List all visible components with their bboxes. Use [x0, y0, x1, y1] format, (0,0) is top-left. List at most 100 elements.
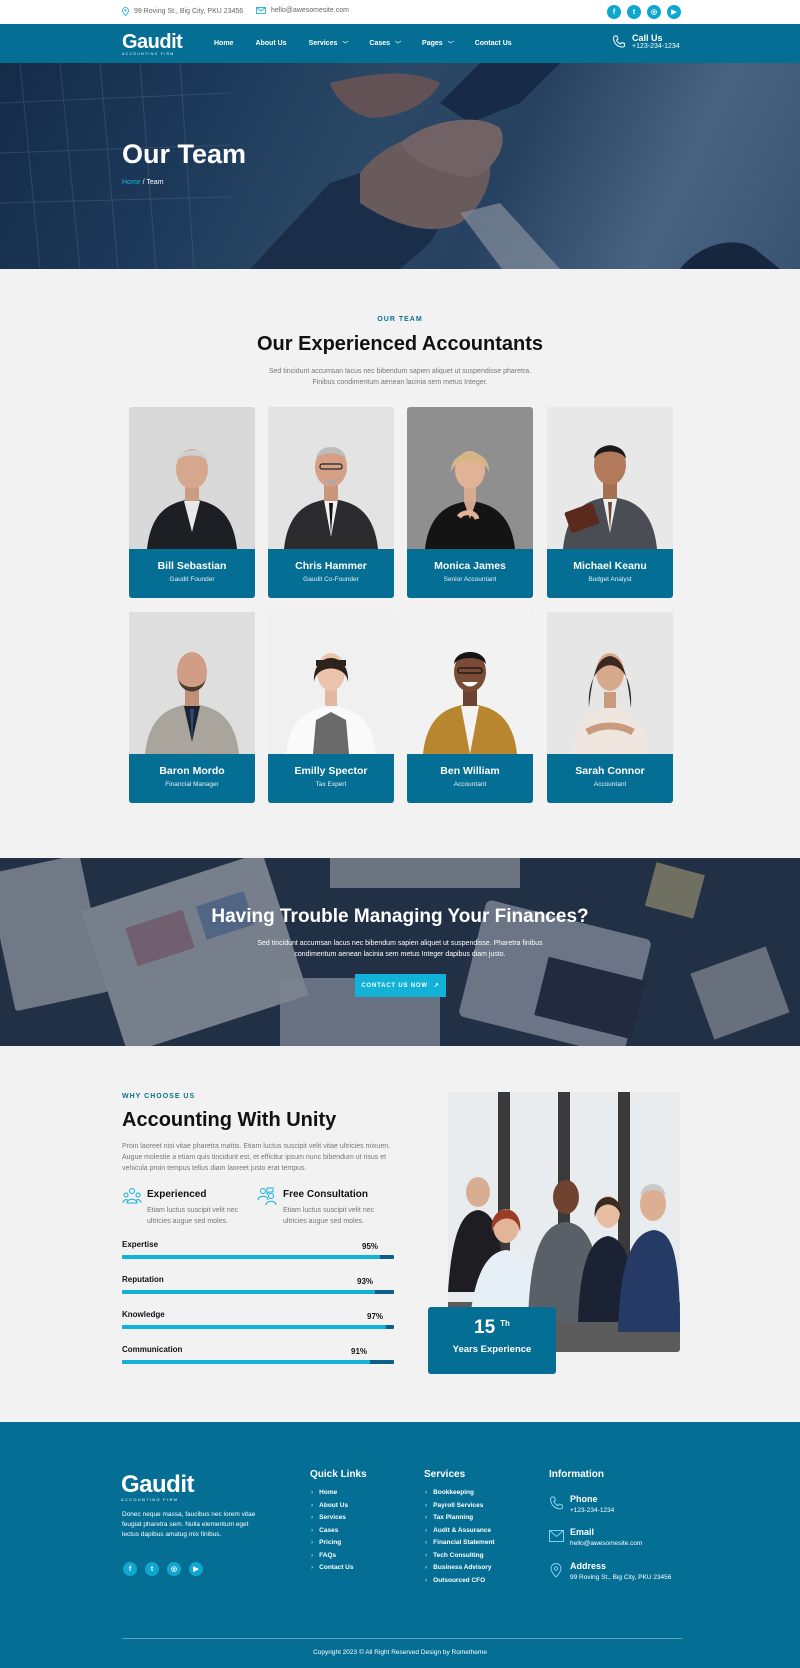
mail-icon	[256, 7, 266, 14]
footer-link[interactable]: › Tax Planning	[425, 1512, 495, 1525]
footer-link[interactable]: › Pricing	[311, 1537, 353, 1550]
call-us-block[interactable]: Call Us +123-234-1234	[612, 33, 680, 50]
nav-item-about[interactable]: About Us	[255, 39, 286, 48]
topbar-email-text[interactable]: hello@awesomesite.com	[271, 7, 349, 14]
footer-link[interactable]: › Contact Us	[311, 1562, 353, 1575]
experience-badge: 15 Th Years Experience	[428, 1307, 556, 1374]
topbar-email[interactable]: hello@awesomesite.com	[256, 7, 349, 14]
footer-link[interactable]: › Services	[311, 1512, 353, 1525]
quick-links-list: › Home › About Us › Services › Cases › Pricin…	[311, 1487, 353, 1575]
site-footer: Gaudit ACCOUNTING FIRM Donec neque massa…	[0, 1422, 800, 1668]
instagram-icon[interactable]: ◎	[647, 5, 661, 19]
skill-row: Reputation 93%	[122, 1275, 394, 1294]
skill-progress-fill	[122, 1325, 386, 1329]
logo-tagline: ACCOUNTING FIRM	[122, 52, 175, 56]
skill-progress-bar	[122, 1325, 394, 1329]
nav-item-home[interactable]: Home	[214, 39, 233, 48]
team-eyebrow: OUR TEAM	[377, 316, 423, 323]
twitter-icon[interactable]: t	[145, 1562, 159, 1576]
mail-icon	[549, 1530, 564, 1542]
contact-us-button[interactable]: CONTACT US NOW ↗	[355, 974, 446, 997]
team-card[interactable]: Bill Sebastian Gaudit Founder	[129, 407, 255, 598]
chevron-down-icon: ﹀	[446, 42, 453, 48]
youtube-icon[interactable]: ▶	[667, 5, 681, 19]
team-card[interactable]: Chris Hammer Gaudit Co-Founder	[268, 407, 394, 598]
footer-link[interactable]: › Tech Consulting	[425, 1550, 495, 1563]
experience-suffix: Th	[500, 1318, 510, 1328]
nav-item-cases[interactable]: Cases ﹀	[369, 39, 400, 48]
team-caption: Ben William Accountant	[407, 754, 533, 803]
member-name: Bill Sebastian	[157, 560, 227, 572]
experience-number: 15	[474, 1317, 496, 1338]
skill-progress-bar	[122, 1255, 394, 1259]
quick-links-heading: Quick Links	[310, 1469, 367, 1480]
breadcrumb: Home / Team	[122, 179, 164, 186]
chevron-right-icon: ›	[311, 1489, 314, 1496]
team-photo	[547, 612, 673, 754]
skill-row: Communication 91%	[122, 1345, 394, 1364]
footer-logo[interactable]: Gaudit ACCOUNTING FIRM	[121, 1471, 195, 1502]
twitter-icon[interactable]: t	[627, 5, 641, 19]
team-caption: Chris Hammer Gaudit Co-Founder	[268, 549, 394, 598]
cta-banner: Having Trouble Managing Your Finances? S…	[0, 858, 800, 1046]
team-photo	[129, 612, 255, 754]
youtube-icon[interactable]: ▶	[189, 1562, 203, 1576]
instagram-icon[interactable]: ◎	[167, 1562, 181, 1576]
skill-progress-fill	[122, 1360, 370, 1364]
nav-item-services[interactable]: Services ﹀	[309, 39, 348, 48]
team-icon	[122, 1188, 142, 1204]
team-description: Sed tincidunt accumsan lacus nec bibendu…	[268, 368, 532, 386]
team-card[interactable]: Emilly Spector Tax Expert	[268, 612, 394, 803]
member-name: Chris Hammer	[295, 560, 367, 572]
footer-link[interactable]: › Outsourced CFO	[425, 1575, 495, 1588]
location-pin-icon	[122, 7, 129, 16]
why-eyebrow: WHY CHOOSE US	[122, 1093, 196, 1100]
member-role: Tax Expert	[315, 781, 347, 788]
skill-progress-fill	[122, 1255, 381, 1259]
team-card[interactable]: Sarah Connor Accountant	[547, 612, 673, 803]
call-us-number: +123-234-1234	[632, 43, 680, 50]
footer-logo-name: Gaudit	[121, 1471, 195, 1498]
breadcrumb-home[interactable]: Home	[122, 179, 141, 186]
skill-progress-bar	[122, 1290, 394, 1294]
facebook-icon[interactable]: f	[123, 1562, 137, 1576]
team-card[interactable]: Ben William Accountant	[407, 612, 533, 803]
feature-title: Experienced	[147, 1189, 207, 1200]
site-logo[interactable]: Gaudit ACCOUNTING FIRM	[122, 31, 183, 56]
facebook-icon[interactable]: f	[607, 5, 621, 19]
team-card[interactable]: Michael Keanu Budget Analyst	[547, 407, 673, 598]
member-name: Sarah Connor	[575, 765, 645, 777]
team-card[interactable]: Baron Mordo Financial Manager	[129, 612, 255, 803]
team-caption: Sarah Connor Accountant	[547, 754, 673, 803]
chevron-right-icon: ›	[425, 1526, 428, 1534]
footer-link[interactable]: › Cases	[311, 1525, 353, 1538]
nav-item-pages[interactable]: Pages ﹀	[422, 39, 453, 48]
footer-link[interactable]: › Payroll Services	[425, 1500, 495, 1513]
chevron-right-icon: ›	[311, 1551, 314, 1559]
footer-link[interactable]: › About Us	[311, 1500, 353, 1513]
skill-label: Expertise	[122, 1240, 159, 1249]
member-name: Monica James	[434, 560, 506, 572]
call-us-title: Call Us	[632, 33, 663, 43]
feature-description: Etiam luctus suscipit velit nec ultricies…	[283, 1207, 375, 1225]
why-heading: Accounting With Unity	[122, 1109, 337, 1131]
team-card[interactable]: Monica James Senior Accountant	[407, 407, 533, 598]
nav-item-contact[interactable]: Contact Us	[475, 39, 512, 48]
chevron-down-icon: ﹀	[394, 42, 401, 48]
hero-overlay	[0, 63, 800, 269]
footer-link[interactable]: › Business Advisory	[425, 1562, 495, 1575]
chevron-right-icon: ›	[311, 1526, 314, 1534]
topbar-address: 99 Roving St., Big City, PKU 23456	[122, 7, 243, 16]
team-caption: Bill Sebastian Gaudit Founder	[129, 549, 255, 598]
footer-link[interactable]: › Home	[311, 1487, 353, 1500]
member-role: Financial Manager	[165, 781, 219, 788]
footer-link[interactable]: › Financial Statement	[425, 1537, 495, 1550]
chevron-right-icon: ›	[425, 1514, 428, 1521]
cta-heading: Having Trouble Managing Your Finances?	[211, 906, 589, 927]
footer-link[interactable]: › FAQs	[311, 1550, 353, 1563]
footer-link[interactable]: › Audit & Assurance	[425, 1525, 495, 1538]
chevron-right-icon: ›	[311, 1539, 314, 1546]
footer-divider	[122, 1638, 682, 1639]
member-name: Ben William	[440, 765, 500, 777]
footer-link[interactable]: › Bookkeeping	[425, 1487, 495, 1500]
